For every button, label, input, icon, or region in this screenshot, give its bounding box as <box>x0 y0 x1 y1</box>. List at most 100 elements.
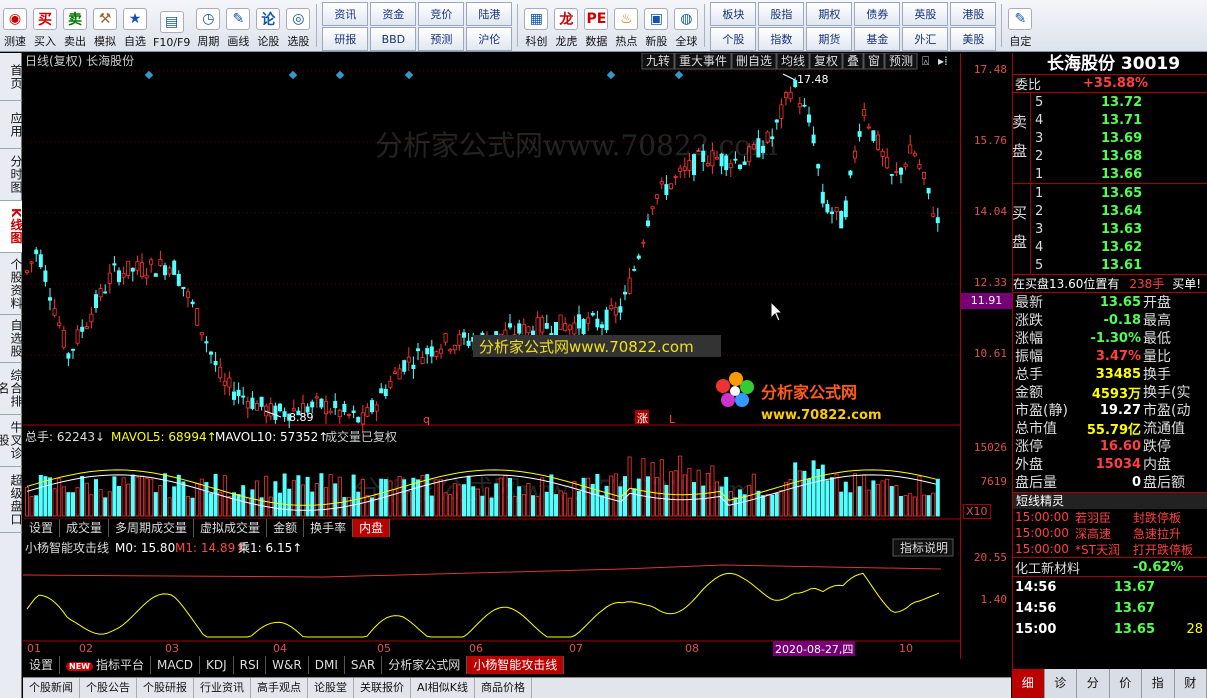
volume-bar <box>461 484 466 517</box>
side-tab[interactable]: 首页 <box>0 53 23 101</box>
stock-picker-icon: ◎ <box>286 8 311 30</box>
volume-bar <box>788 479 793 517</box>
indicator-tab[interactable]: SAR <box>345 656 383 674</box>
toolbar-button-stock-picker[interactable]: ◎ 选股 <box>283 0 313 51</box>
indicator-tab[interactable]: W&R <box>266 656 309 674</box>
bottom-news-tab[interactable]: 关联报价 <box>354 678 411 698</box>
toolbar-grid-button[interactable]: 资金 <box>370 2 417 26</box>
sector-row[interactable]: 化工新材料 -0.62% <box>1013 557 1207 577</box>
volume-bar <box>839 491 844 517</box>
toolbar-button-new-stock[interactable]: ▣ 新股 <box>641 0 671 51</box>
toolbar-grid-button[interactable]: 指数 <box>758 27 805 51</box>
bottom-news-tab[interactable]: 个股新闻 <box>23 678 80 698</box>
candle-body <box>190 301 195 305</box>
toolbar-button-globe[interactable]: ◍ 全球 <box>671 0 701 51</box>
quote-tab[interactable]: 分 <box>1077 669 1110 698</box>
toolbar-button-star[interactable]: ★ 自选 <box>120 0 150 51</box>
side-tab[interactable]: 分时图 <box>0 149 23 201</box>
bottom-news-tab[interactable]: 商品价格 <box>475 678 532 698</box>
volume-tab[interactable]: 多周期成交量 <box>109 519 195 537</box>
kline-chart[interactable]: 日线(复权) 长海股份 九转 重大事件 刪自选 均线 复权叠窗预测 ⍓ ▸⁞ 17.48 8.89… <box>22 52 960 659</box>
toolbar-button-sell[interactable]: 卖卖出 <box>60 0 90 51</box>
toolbar-button-hot[interactable]: ♨ 热点 <box>611 0 641 51</box>
toolbar-grid-button[interactable]: 预测 <box>418 27 465 51</box>
toolbar-grid-button[interactable]: 个股 <box>710 27 757 51</box>
toolbar-grid-button[interactable]: 美股 <box>950 27 997 51</box>
volume-bar <box>167 497 172 517</box>
volume-tab[interactable]: 内盘 <box>353 519 391 537</box>
side-tab[interactable]: K线图 <box>0 201 23 253</box>
bottom-news-tab[interactable]: 行业资讯 <box>194 678 251 698</box>
side-tab[interactable]: 超级盘口 <box>0 467 23 533</box>
elf-row[interactable]: 15:00:00 深高速 急速拉升 <box>1013 525 1207 541</box>
indicator-tab[interactable]: 分析家公式网 <box>382 656 468 674</box>
toolbar-grid-button[interactable]: 资讯 <box>322 2 369 26</box>
side-tab[interactable]: 牛叉诊股 <box>0 415 23 467</box>
toolbar-grid-button[interactable]: 研报 <box>322 27 369 51</box>
toolbar-button-f10[interactable]: ▤ F10/F9 <box>150 0 193 51</box>
side-tab[interactable]: 综合排名 <box>0 363 23 415</box>
indicator-tab[interactable]: KDJ <box>200 656 234 674</box>
volume-tab[interactable]: 设置 <box>23 519 61 537</box>
toolbar-button-dragon-tiger[interactable]: 龙龙虎 <box>551 0 581 51</box>
indicator-tab[interactable]: 设置 <box>23 656 61 674</box>
volume-bar <box>250 489 255 517</box>
bottom-news-tab[interactable]: 个股研报 <box>137 678 194 698</box>
quote-tab[interactable]: 价 <box>1110 669 1142 698</box>
volume-tab[interactable]: 换手率 <box>304 519 354 537</box>
toolbar-grid-button[interactable]: 英股 <box>902 2 949 26</box>
indicator-tab[interactable]: 小杨智能攻击线 <box>467 656 565 674</box>
indicator-tab[interactable]: DMI <box>309 656 345 674</box>
elf-row[interactable]: 15:00:00 若羽臣 封跌停板 <box>1013 509 1207 525</box>
bottom-news-tab[interactable]: AI相似K线 <box>411 678 475 698</box>
toolbar-grid-button[interactable]: 陆港 <box>466 2 513 26</box>
tick-volume: 28 <box>1186 622 1203 637</box>
bottom-news-tab[interactable]: 高手观点 <box>251 678 308 698</box>
bottom-news-tab[interactable]: 论股堂 <box>308 678 354 698</box>
indicator-tab[interactable]: MACD <box>151 656 200 674</box>
toolbar-grid-button[interactable]: 期货 <box>806 27 853 51</box>
toolbar-grid-button[interactable]: 债券 <box>854 2 901 26</box>
candle-body <box>323 401 328 415</box>
sells-levels: 5 13.72 4 13.71 3 13.69 2 13.68 1 13.66 <box>1031 93 1207 183</box>
toolbar-grid-button[interactable]: 板块 <box>710 2 757 26</box>
toolbar-grid-button[interactable]: 沪伦 <box>466 27 513 51</box>
toolbar-grid-button[interactable]: BBD <box>370 27 417 51</box>
toolbar-button-speed-test[interactable]: ◉ 测速 <box>0 0 30 51</box>
toolbar-button-hammer[interactable]: ⚒ 模拟 <box>90 0 120 51</box>
elf-row[interactable]: 15:00:00 *ST天润 打开跌停板 <box>1013 541 1207 557</box>
volume-tab[interactable]: 成交量 <box>60 519 110 537</box>
candle-body <box>356 416 361 423</box>
toolbar-grid-button[interactable]: 基金 <box>854 27 901 51</box>
volume-tab[interactable]: 虚拟成交量 <box>194 519 268 537</box>
side-tab[interactable]: 自选股 <box>0 315 23 363</box>
volume-bar <box>554 494 559 517</box>
toolbar-grid-button[interactable]: 港股 <box>950 2 997 26</box>
volume-bar <box>577 491 582 517</box>
stat-label: 跌停 <box>1143 439 1171 455</box>
bottom-news-tab[interactable]: 个股公告 <box>80 678 137 698</box>
toolbar-button-pe[interactable]: PE 数据 <box>581 0 611 51</box>
side-tab[interactable]: 应用 <box>0 101 23 149</box>
toolbar-button-pencil[interactable]: ✎ 画线 <box>223 0 253 51</box>
quote-tab[interactable]: 诊 <box>1045 669 1077 698</box>
chart-area[interactable]: 日线(复权) 长海股份 九转 重大事件 刪自选 均线 复权叠窗预测 ⍓ ▸⁞ 17.48 8.89… <box>22 52 960 659</box>
toolbar-grid-button[interactable]: 股指 <box>758 2 805 26</box>
toolbar-button-discuss[interactable]: 论论股 <box>253 0 283 51</box>
indicator-platform-tab[interactable]: NEW 指标平台 <box>60 656 152 674</box>
toolbar-grid-button[interactable]: 竞价 <box>418 2 465 26</box>
quote-tab[interactable]: 指 <box>1142 669 1175 698</box>
volume-tab[interactable]: 金额 <box>267 519 305 537</box>
quote-tab[interactable]: 财 <box>1175 669 1207 698</box>
side-tab[interactable]: 个股资料 <box>0 253 23 315</box>
quote-tab[interactable]: 细 <box>1012 669 1045 698</box>
toolbar-button-clock[interactable]: ◷ 周期 <box>193 0 223 51</box>
toolbar-grid-button[interactable]: 期权 <box>806 2 853 26</box>
toolbar-button-custom[interactable]: ✎ 自定 <box>1005 0 1035 51</box>
logo-petal <box>716 379 730 393</box>
toolbar-button-buy[interactable]: 买买入 <box>30 0 60 51</box>
toolbar-button-sci-board[interactable]: ▦ 科创 <box>521 0 551 51</box>
toolbar-grid-button[interactable]: 外汇 <box>902 27 949 51</box>
indicator-tab[interactable]: RSI <box>234 656 267 674</box>
candle-body <box>567 324 572 331</box>
